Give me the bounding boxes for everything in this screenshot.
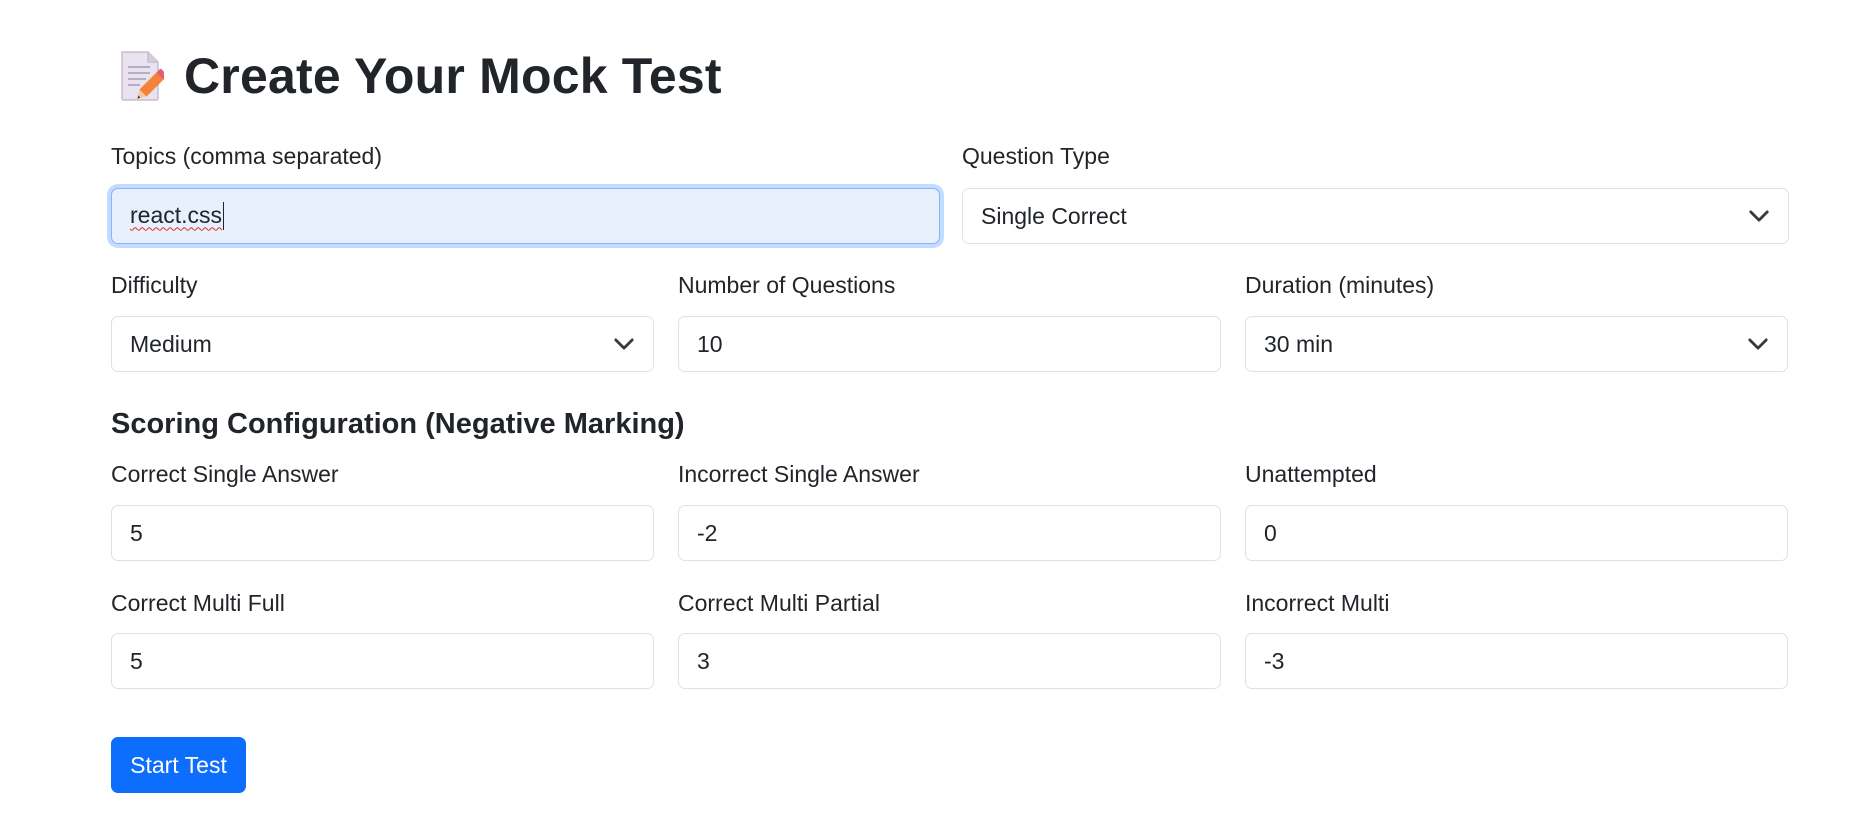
correct-multi-partial-label: Correct Multi Partial bbox=[678, 590, 880, 616]
correct-single-value: 5 bbox=[130, 519, 143, 546]
page-title: Create Your Mock Test bbox=[184, 48, 722, 104]
page-header: Create Your Mock Test bbox=[118, 46, 722, 106]
unattempted-label: Unattempted bbox=[1245, 461, 1377, 487]
incorrect-multi-input[interactable]: -3 bbox=[1245, 633, 1788, 689]
unattempted-value: 0 bbox=[1264, 519, 1277, 546]
topics-input-value-wrap: react.css bbox=[130, 202, 921, 231]
incorrect-multi-value: -3 bbox=[1264, 647, 1285, 674]
text-caret bbox=[223, 202, 225, 231]
duration-label: Duration (minutes) bbox=[1245, 272, 1435, 298]
correct-multi-full-value: 5 bbox=[130, 647, 143, 674]
correct-single-label: Correct Single Answer bbox=[111, 461, 339, 487]
topics-input[interactable]: react.css bbox=[111, 188, 940, 244]
num-questions-value: 10 bbox=[697, 330, 723, 357]
question-type-select[interactable]: Single Correct bbox=[962, 188, 1789, 244]
difficulty-value: Medium bbox=[130, 330, 212, 357]
correct-multi-partial-input[interactable]: 3 bbox=[678, 633, 1221, 689]
duration-value: 30 min bbox=[1264, 330, 1334, 357]
start-test-button[interactable]: Start Test bbox=[111, 737, 246, 793]
num-questions-input[interactable]: 10 bbox=[678, 316, 1221, 372]
memo-pencil-icon bbox=[118, 50, 168, 102]
difficulty-label: Difficulty bbox=[111, 272, 198, 298]
unattempted-input[interactable]: 0 bbox=[1245, 505, 1788, 561]
incorrect-multi-label: Incorrect Multi bbox=[1245, 590, 1390, 616]
question-type-value: Single Correct bbox=[981, 202, 1127, 229]
topics-label: Topics (comma separated) bbox=[111, 143, 382, 169]
correct-multi-full-label: Correct Multi Full bbox=[111, 590, 285, 616]
topics-input-value: react.css bbox=[130, 201, 223, 228]
correct-multi-full-input[interactable]: 5 bbox=[111, 633, 654, 689]
chevron-down-icon bbox=[1748, 338, 1768, 350]
incorrect-single-value: -2 bbox=[697, 519, 718, 546]
mock-test-page: Create Your Mock Test Topics (comma sepa… bbox=[0, 0, 1851, 836]
num-questions-label: Number of Questions bbox=[678, 272, 896, 298]
difficulty-select[interactable]: Medium bbox=[111, 316, 654, 372]
correct-multi-partial-value: 3 bbox=[697, 647, 710, 674]
incorrect-single-label: Incorrect Single Answer bbox=[678, 461, 920, 487]
correct-single-input[interactable]: 5 bbox=[111, 505, 654, 561]
question-type-label: Question Type bbox=[962, 143, 1110, 169]
duration-select[interactable]: 30 min bbox=[1245, 316, 1788, 372]
chevron-down-icon bbox=[614, 338, 634, 350]
scoring-section-title: Scoring Configuration (Negative Marking) bbox=[111, 408, 685, 440]
chevron-down-icon bbox=[1749, 210, 1769, 222]
incorrect-single-input[interactable]: -2 bbox=[678, 505, 1221, 561]
